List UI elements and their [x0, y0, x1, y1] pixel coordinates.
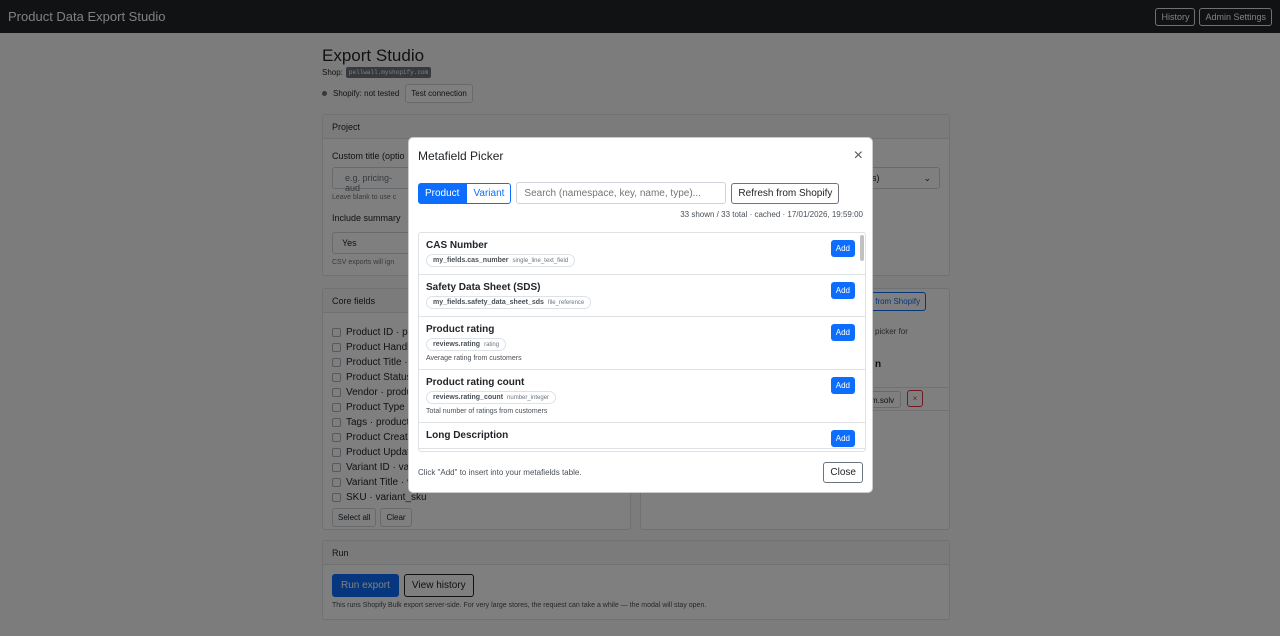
metafield-item: Product rating count reviews.rating_count…: [419, 370, 865, 423]
metafield-description: Total number of ratings from customers: [426, 408, 548, 415]
metafield-key: my_fields.cas_number: [433, 257, 509, 264]
modal-controls: Product Variant Refresh from Shopify: [409, 174, 872, 204]
metafield-type: number_integer: [507, 394, 550, 401]
metafield-type: rating: [484, 341, 500, 348]
metafield-key-pill: my_fields.cas_number single_line_text_fie…: [426, 254, 576, 267]
metafield-item: Long Description Add: [419, 423, 865, 449]
modal-header: Metafield Picker ×: [409, 138, 872, 174]
metafield-name: Safety Data Sheet (SDS): [426, 282, 541, 293]
tab-product[interactable]: Product: [418, 182, 467, 204]
metafield-name: Long Description: [426, 430, 509, 441]
metafield-item: Safety Data Sheet (SDS) my_fields.safety_…: [419, 275, 865, 317]
metafield-key: reviews.rating_count: [433, 394, 504, 401]
footer-note: Click "Add" to insert into your metafiel…: [418, 467, 582, 477]
close-icon[interactable]: ×: [854, 147, 863, 165]
close-button[interactable]: Close: [823, 461, 863, 483]
add-metafield-button[interactable]: Add: [830, 377, 855, 394]
add-metafield-button[interactable]: Add: [830, 430, 855, 447]
metafield-type: single_line_text_field: [512, 257, 569, 264]
modal-footer: Click "Add" to insert into your metafiel…: [409, 452, 872, 492]
metafield-name: Product rating count: [426, 377, 525, 388]
metafield-key-pill: reviews.rating_count number_integer: [426, 391, 557, 404]
metafield-item: Product rating reviews.rating rating Averag…: [419, 317, 865, 370]
metafield-key-pill: reviews.rating rating: [426, 338, 507, 351]
modal-title: Metafield Picker: [418, 149, 504, 163]
refresh-from-shopify-button[interactable]: Refresh from Shopify: [731, 182, 840, 204]
metafield-item: CAS Number my_fields.cas_number single_lin…: [419, 233, 865, 275]
add-metafield-button[interactable]: Add: [830, 324, 855, 341]
add-metafield-button[interactable]: Add: [830, 282, 855, 299]
tab-variant[interactable]: Variant: [466, 182, 512, 204]
metafield-name: CAS Number: [426, 240, 488, 251]
metafield-key-pill: my_fields.safety_data_sheet_sds file_refe…: [426, 296, 592, 309]
add-metafield-button[interactable]: Add: [830, 240, 855, 257]
metafield-type: file_reference: [547, 299, 585, 306]
resource-toggle: Product Variant: [418, 182, 512, 204]
metafield-key: my_fields.safety_data_sheet_sds: [433, 299, 544, 306]
metafield-picker-modal: Metafield Picker × Product Variant Refre…: [408, 137, 873, 493]
metafield-description: Average rating from customers: [426, 355, 522, 362]
metafield-count: 33 shown / 33 total · cached · 17/01/202…: [680, 210, 863, 219]
metafield-key: reviews.rating: [433, 341, 481, 348]
metafield-name: Product rating: [426, 324, 495, 335]
metafield-search-input[interactable]: [516, 182, 727, 204]
metafield-list[interactable]: CAS Number my_fields.cas_number single_lin…: [418, 232, 866, 452]
